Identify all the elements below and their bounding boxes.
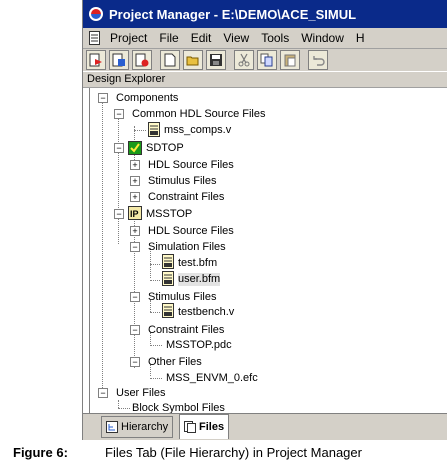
hierarchy-icon <box>106 421 118 433</box>
new-project-icon <box>89 53 102 67</box>
tab-hierarchy[interactable]: Hierarchy <box>101 416 174 438</box>
new-project-button[interactable] <box>86 50 106 70</box>
expand-sdtop-constraint[interactable]: + <box>130 192 140 202</box>
tree-file-mss-comps[interactable]: mss_comps.v <box>164 124 231 137</box>
collapse-msstop[interactable]: − <box>114 209 124 219</box>
close-project-icon <box>135 53 149 67</box>
title-bar: Project Manager - E:\DEMO\ACE_SIMUL <box>83 0 447 28</box>
new-file-icon <box>164 53 176 67</box>
collapse-common-hdl[interactable]: − <box>114 109 124 119</box>
paste-icon <box>284 54 296 67</box>
open-project-button[interactable] <box>109 50 129 70</box>
tree-sdtop-hdl-source-files[interactable]: HDL Source Files <box>148 159 234 172</box>
menu-window[interactable]: Window <box>295 31 350 45</box>
tree-sdtop[interactable]: SDTOP <box>146 142 184 155</box>
expand-mss-hdl[interactable]: + <box>130 226 140 236</box>
save-button[interactable] <box>206 50 226 70</box>
verilog-file-icon <box>148 122 160 137</box>
cut-button[interactable] <box>234 50 254 70</box>
tab-files[interactable]: Files <box>179 414 230 439</box>
tree-mss-other-files[interactable]: Other Files <box>148 356 202 369</box>
collapse-mss-simulation[interactable]: − <box>130 242 140 252</box>
tree-file-msstop-pdc[interactable]: MSSTOP.pdc <box>166 339 232 352</box>
close-project-button[interactable] <box>132 50 152 70</box>
caption-text: Files Tab (File Hierarchy) in Project Ma… <box>105 445 362 460</box>
collapse-components[interactable]: − <box>98 93 108 103</box>
tree-user-files[interactable]: User Files <box>116 387 166 400</box>
tree-mss-hdl-source-files[interactable]: HDL Source Files <box>148 225 234 238</box>
tree-components[interactable]: Components <box>116 92 178 105</box>
tree-sdtop-stimulus-files[interactable]: Stimulus Files <box>148 175 216 188</box>
collapse-mss-stimulus[interactable]: − <box>130 292 140 302</box>
tree-file-user-bfm[interactable]: user.bfm <box>178 273 221 287</box>
tree-file-test-bfm[interactable]: test.bfm <box>178 257 217 270</box>
open-project-icon <box>112 53 125 67</box>
new-file-button[interactable] <box>160 50 180 70</box>
smartdesign-icon <box>128 141 142 155</box>
project-manager-window: Project Manager - E:\DEMO\ACE_SIMUL Proj… <box>82 0 447 440</box>
menu-view[interactable]: View <box>217 31 255 45</box>
copy-icon <box>260 53 273 67</box>
save-icon <box>210 54 222 66</box>
caption-label: Figure 6: <box>13 445 68 460</box>
cut-icon <box>238 53 250 67</box>
copy-button[interactable] <box>257 50 277 70</box>
paste-button[interactable] <box>280 50 300 70</box>
menu-edit[interactable]: Edit <box>185 31 218 45</box>
tree-common-hdl-source-files[interactable]: Common HDL Source Files <box>132 108 265 121</box>
menu-bar: Project File Edit View Tools Window H <box>83 28 447 49</box>
expand-sdtop-hdl[interactable]: + <box>130 160 140 170</box>
open-folder-button[interactable] <box>183 50 203 70</box>
app-icon <box>89 7 103 21</box>
tree-sdtop-constraint-files[interactable]: Constraint Files <box>148 191 224 204</box>
tree-file-testbench[interactable]: testbench.v <box>178 306 234 319</box>
tree-mss-constraint-files[interactable]: Constraint Files <box>148 324 224 337</box>
open-folder-icon <box>186 56 199 66</box>
collapse-mss-constraint[interactable]: − <box>130 325 140 335</box>
ip-core-icon: IP <box>128 206 142 220</box>
tree-mss-simulation-files[interactable]: Simulation Files <box>148 241 226 254</box>
collapse-sdtop[interactable]: − <box>114 143 124 153</box>
bfm-file-icon <box>162 254 174 269</box>
undo-button[interactable] <box>308 50 328 70</box>
files-icon <box>184 421 196 433</box>
menu-help[interactable]: H <box>350 31 371 45</box>
design-explorer-title: Design Explorer <box>83 72 447 88</box>
tree-file-mss-envm-efc[interactable]: MSS_ENVM_0.efc <box>166 372 258 385</box>
expand-sdtop-stimulus[interactable]: + <box>130 176 140 186</box>
toolbar <box>83 49 447 71</box>
menu-tools[interactable]: Tools <box>255 31 295 45</box>
collapse-user-files[interactable]: − <box>98 388 108 398</box>
document-icon <box>89 31 100 45</box>
collapse-mss-other[interactable]: − <box>130 357 140 367</box>
tree-msstop[interactable]: MSSTOP <box>146 208 192 221</box>
verilog-file-icon <box>162 303 174 318</box>
undo-icon <box>313 56 325 66</box>
explorer-tabs: Hierarchy Files <box>83 413 447 440</box>
tree-mss-stimulus-files[interactable]: Stimulus Files <box>148 291 216 304</box>
menu-file[interactable]: File <box>153 31 184 45</box>
bfm-file-icon <box>162 271 174 286</box>
menu-project[interactable]: Project <box>104 31 153 45</box>
window-title: Project Manager - E:\DEMO\ACE_SIMUL <box>109 6 357 22</box>
svg-text:IP: IP <box>130 209 139 219</box>
file-tree: − Components − Common HDL Source Files m… <box>89 88 447 414</box>
